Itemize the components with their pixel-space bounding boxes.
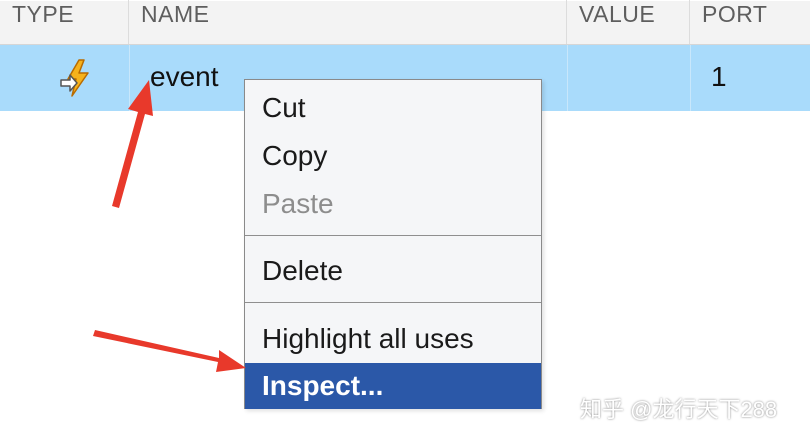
watermark: 知乎 @龙行天下288	[580, 397, 778, 422]
annotation-arrow-right	[93, 330, 246, 372]
annotation-arrow-up	[112, 80, 153, 208]
annotation-arrows	[93, 80, 246, 372]
